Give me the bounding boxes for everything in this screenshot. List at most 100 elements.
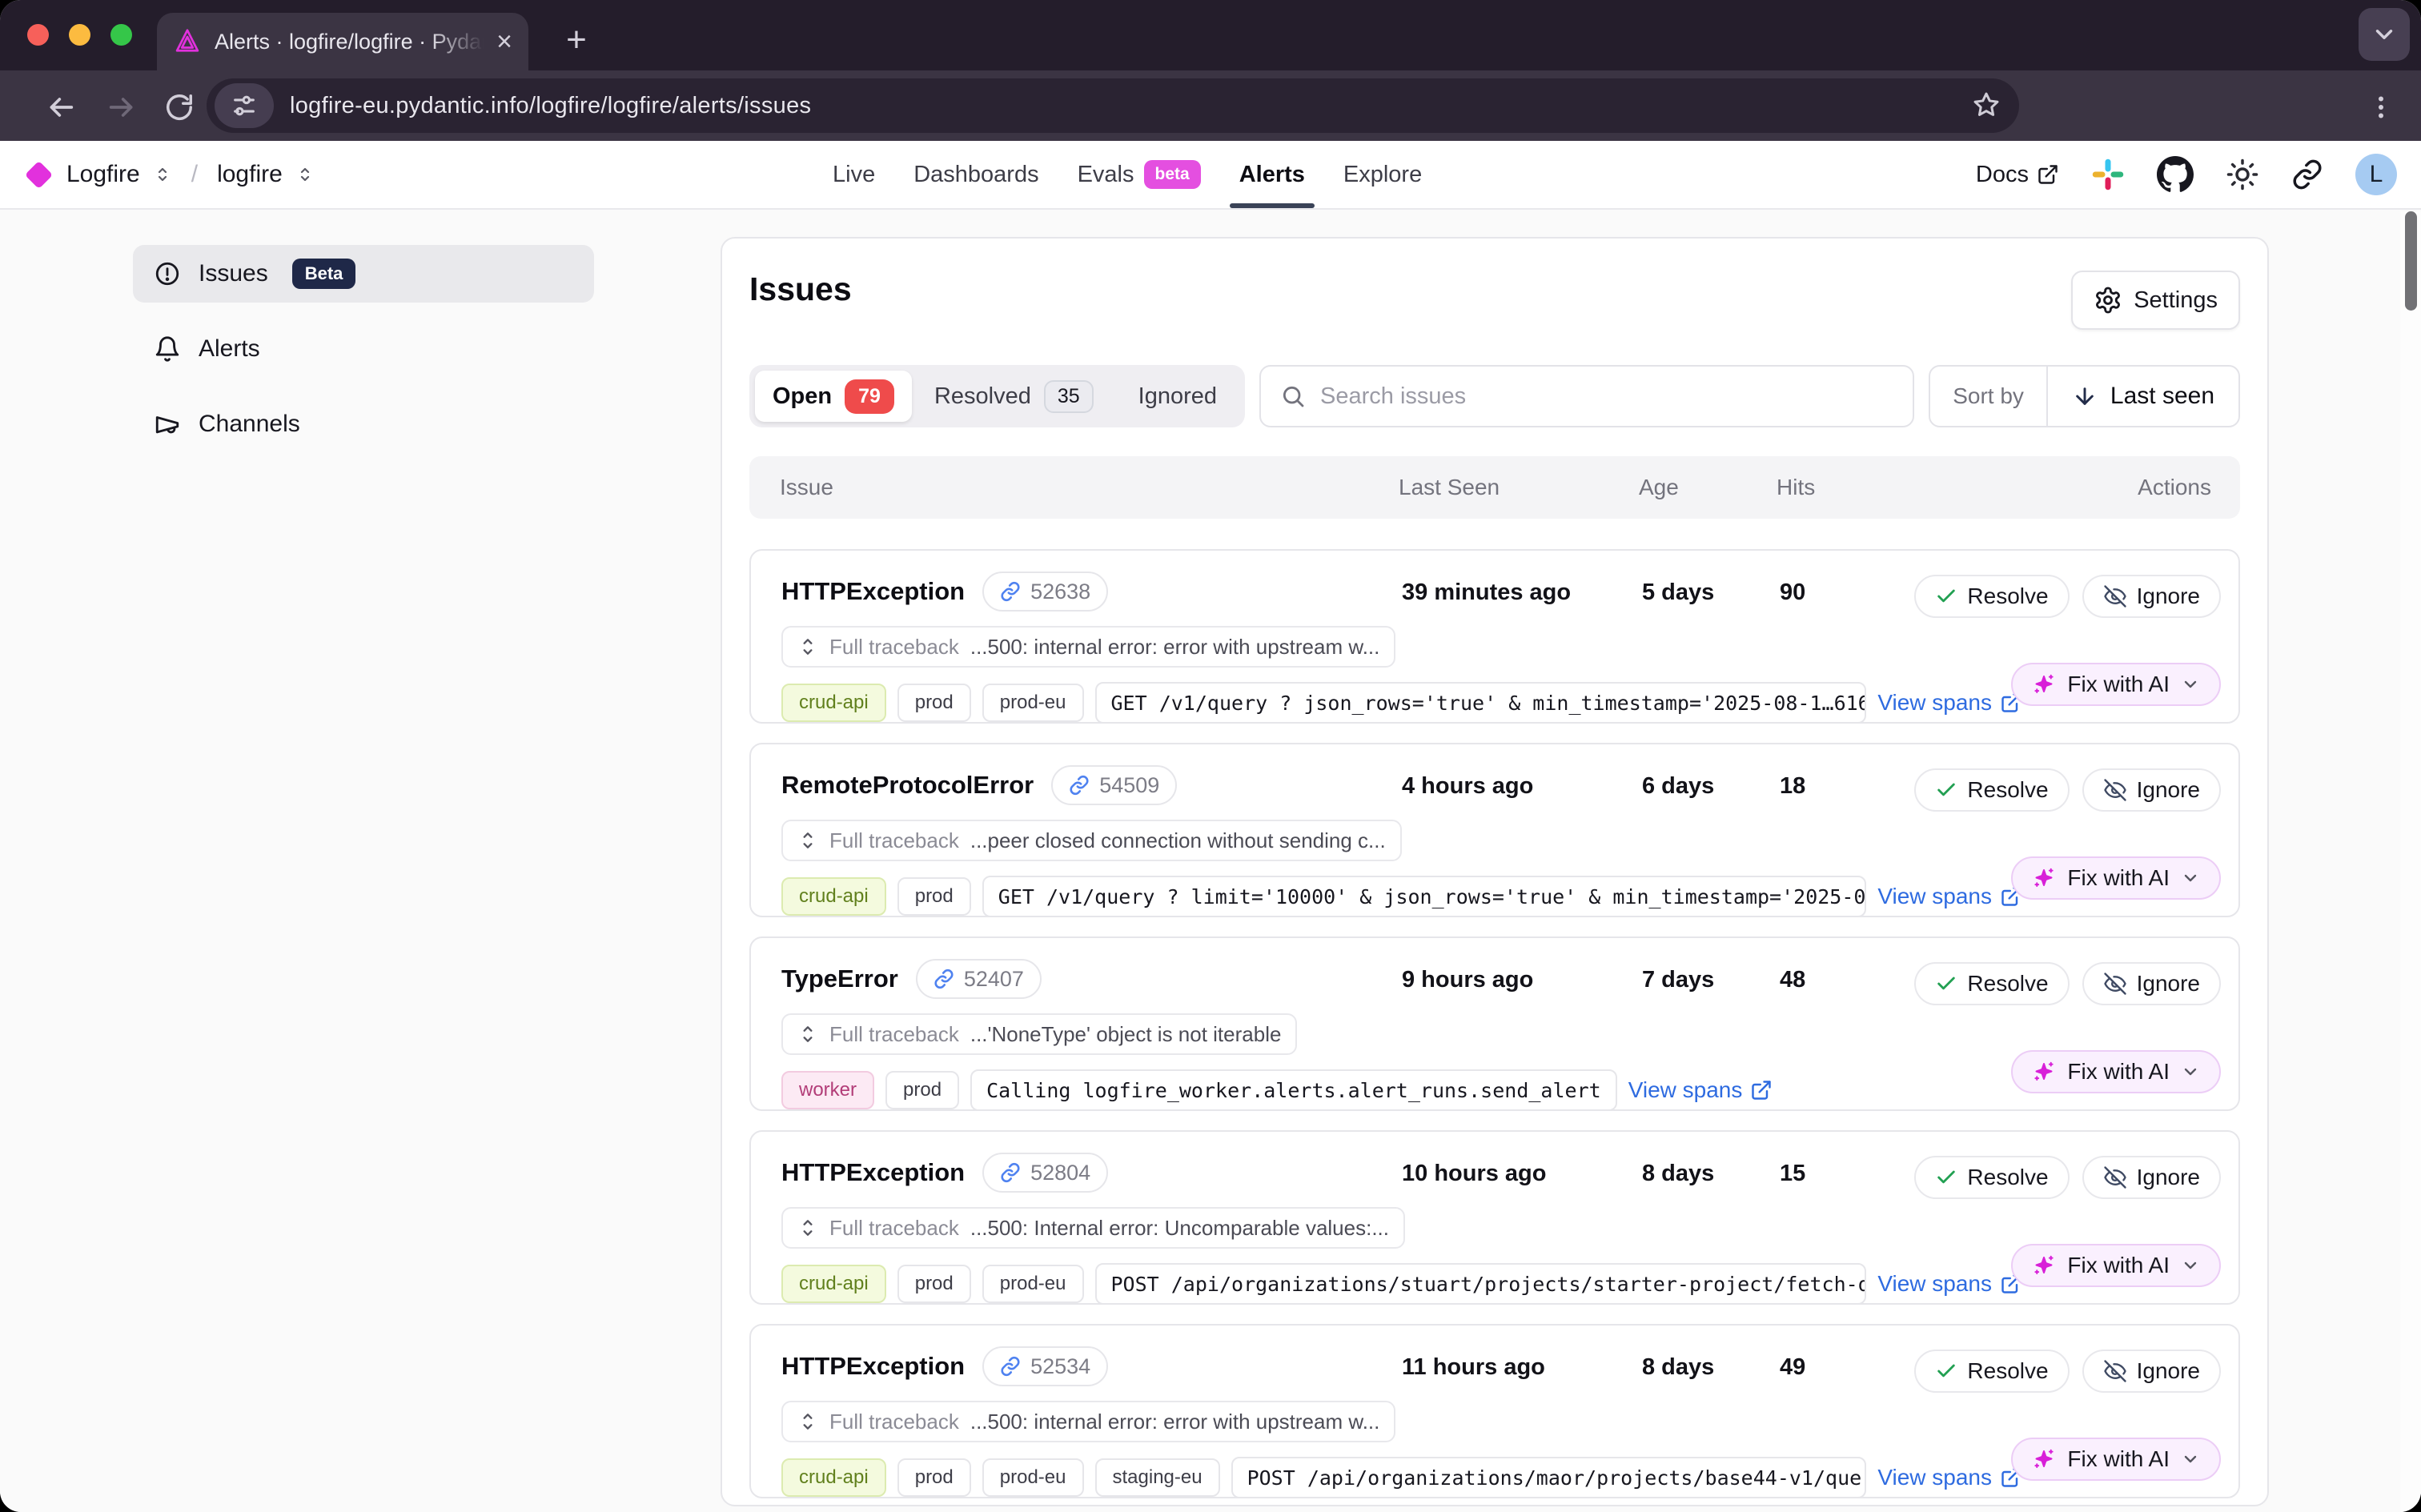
search-input[interactable] bbox=[1320, 383, 1893, 410]
resolve-button[interactable]: Resolve bbox=[1914, 962, 2069, 1005]
fix-with-ai-button[interactable]: Fix with AI bbox=[2011, 663, 2221, 706]
tab-live[interactable]: Live bbox=[833, 141, 875, 208]
tab-alerts[interactable]: Alerts bbox=[1239, 141, 1305, 208]
tab-close-icon[interactable]: × bbox=[496, 28, 512, 55]
view-spans-link[interactable]: View spans bbox=[1877, 690, 2022, 716]
project-selector[interactable]: logfire bbox=[217, 161, 283, 188]
env-tag[interactable]: prod-eu bbox=[982, 684, 1084, 722]
github-icon[interactable] bbox=[2157, 156, 2194, 193]
resolve-button[interactable]: Resolve bbox=[1914, 575, 2069, 618]
org-selector[interactable]: Logfire bbox=[66, 161, 140, 188]
address-bar[interactable]: logfire-eu.pydantic.info/logfire/logfire… bbox=[207, 78, 2019, 133]
env-tag[interactable]: prod-eu bbox=[982, 1265, 1084, 1303]
close-window-button[interactable] bbox=[27, 24, 49, 46]
bookmark-star-icon[interactable] bbox=[1971, 90, 2001, 120]
tab-dashboards[interactable]: Dashboards bbox=[913, 141, 1038, 208]
avatar[interactable]: L bbox=[2355, 154, 2397, 195]
issue-id-link[interactable]: 52407 bbox=[916, 959, 1042, 999]
filter-resolved[interactable]: Resolved 35 bbox=[912, 371, 1116, 422]
env-tag[interactable]: prod bbox=[897, 684, 971, 722]
env-tag[interactable]: prod-eu bbox=[982, 1458, 1084, 1497]
ignore-button[interactable]: Ignore bbox=[2082, 962, 2221, 1005]
docs-link[interactable]: Docs bbox=[1976, 162, 2059, 188]
span-code: GET /v1/query ? json_rows='true' & min_t… bbox=[1095, 682, 1867, 724]
view-spans-link[interactable]: View spans bbox=[1877, 884, 2022, 909]
resolve-button[interactable]: Resolve bbox=[1914, 1156, 2069, 1199]
minimize-window-button[interactable] bbox=[69, 24, 90, 46]
issue-id-link[interactable]: 52638 bbox=[982, 572, 1108, 612]
env-tag[interactable]: prod bbox=[897, 1265, 971, 1303]
resolve-button[interactable]: Resolve bbox=[1914, 1350, 2069, 1393]
fix-with-ai-button[interactable]: Fix with AI bbox=[2011, 1050, 2221, 1093]
issue-id-link[interactable]: 52804 bbox=[982, 1153, 1108, 1193]
sidebar-item-issues[interactable]: Issues Beta bbox=[133, 245, 594, 303]
env-tag[interactable]: prod bbox=[897, 1458, 971, 1497]
org-selector-chevrons-icon[interactable] bbox=[153, 165, 172, 184]
traceback-pill[interactable]: Full traceback ...500: internal error: e… bbox=[781, 626, 1395, 668]
zoom-window-button[interactable] bbox=[110, 24, 132, 46]
sidebar-item-channels[interactable]: Channels bbox=[133, 395, 594, 453]
traceback-pill[interactable]: Full traceback ...500: Internal error: U… bbox=[781, 1207, 1405, 1249]
fix-with-ai-button[interactable]: Fix with AI bbox=[2011, 856, 2221, 900]
issue-id-link[interactable]: 52534 bbox=[982, 1346, 1108, 1386]
page-body: Issues Beta Alerts Channels Issues bbox=[0, 211, 2421, 1512]
tab-explore[interactable]: Explore bbox=[1343, 141, 1422, 208]
traceback-pill[interactable]: Full traceback ...peer closed connection… bbox=[781, 820, 1402, 861]
sort-control[interactable]: Sort by Last seen bbox=[1929, 365, 2240, 427]
env-tag[interactable]: crud-api bbox=[781, 1458, 886, 1497]
browser-toolbar: logfire-eu.pydantic.info/logfire/logfire… bbox=[0, 70, 2421, 141]
back-button[interactable] bbox=[42, 88, 80, 126]
ignore-button[interactable]: Ignore bbox=[2082, 1156, 2221, 1199]
traceback-pill[interactable]: Full traceback ...500: internal error: e… bbox=[781, 1401, 1395, 1442]
search-box[interactable] bbox=[1259, 365, 1914, 427]
gear-icon bbox=[2094, 286, 2122, 315]
site-settings-icon[interactable] bbox=[215, 83, 274, 128]
env-tag[interactable]: crud-api bbox=[781, 877, 886, 916]
sidebar-item-alerts[interactable]: Alerts bbox=[133, 320, 594, 378]
new-tab-button[interactable]: + bbox=[551, 14, 602, 66]
chevron-down-icon bbox=[2181, 1062, 2200, 1081]
resolve-button[interactable]: Resolve bbox=[1914, 768, 2069, 812]
env-tag[interactable]: prod bbox=[885, 1071, 959, 1109]
fix-with-ai-button[interactable]: Fix with AI bbox=[2011, 1244, 2221, 1287]
ignore-button[interactable]: Ignore bbox=[2082, 768, 2221, 812]
browser-menu-icon[interactable] bbox=[2363, 88, 2399, 126]
settings-button[interactable]: Settings bbox=[2071, 271, 2240, 330]
view-spans-link[interactable]: View spans bbox=[1628, 1077, 1773, 1103]
reload-button[interactable] bbox=[160, 88, 199, 126]
env-tag[interactable]: staging-eu bbox=[1095, 1458, 1220, 1497]
issue-id-link[interactable]: 54509 bbox=[1051, 765, 1177, 805]
browser-window: Alerts · logfire/logfire · Pydant × + lo… bbox=[0, 0, 2421, 1512]
env-tag[interactable]: crud-api bbox=[781, 1265, 886, 1303]
external-link-icon bbox=[2037, 163, 2059, 186]
env-tag[interactable]: prod bbox=[897, 877, 971, 916]
scrollbar-track[interactable] bbox=[2400, 211, 2421, 1512]
tab-overview-button[interactable] bbox=[2359, 8, 2410, 61]
slack-icon[interactable] bbox=[2091, 158, 2125, 191]
tab-evals[interactable]: Evalsbeta bbox=[1078, 141, 1201, 208]
browser-tab[interactable]: Alerts · logfire/logfire · Pydant × bbox=[157, 13, 528, 70]
filter-ignored[interactable]: Ignored bbox=[1116, 371, 1239, 422]
sort-direction-arrow-icon bbox=[2072, 383, 2098, 409]
traceback-pill[interactable]: Full traceback ...'NoneType' object is n… bbox=[781, 1013, 1297, 1055]
share-link-icon[interactable] bbox=[2291, 158, 2323, 191]
filter-open[interactable]: Open 79 bbox=[755, 371, 912, 422]
traceback-text: ...peer closed connection without sendin… bbox=[970, 828, 1386, 853]
span-code: GET /v1/query ? limit='10000' & json_row… bbox=[982, 876, 1867, 917]
breadcrumb-separator: / bbox=[191, 161, 198, 188]
scrollbar-thumb[interactable] bbox=[2405, 211, 2417, 311]
sort-value[interactable]: Last seen bbox=[2048, 383, 2238, 410]
view-spans-link[interactable]: View spans bbox=[1877, 1465, 2022, 1490]
fix-with-ai-button[interactable]: Fix with AI bbox=[2011, 1438, 2221, 1481]
theme-toggle-sun-icon[interactable] bbox=[2226, 158, 2259, 191]
span-code: POST /api/organizations/maor/projects/ba… bbox=[1231, 1457, 1867, 1498]
view-spans-link[interactable]: View spans bbox=[1877, 1271, 2022, 1297]
project-selector-chevrons-icon[interactable] bbox=[295, 165, 315, 184]
traceback-text: ...500: internal error: error with upstr… bbox=[970, 635, 1380, 660]
env-tag[interactable]: crud-api bbox=[781, 684, 886, 722]
env-tag[interactable]: worker bbox=[781, 1071, 874, 1109]
column-hits: Hits bbox=[1777, 475, 1815, 500]
forward-button[interactable] bbox=[102, 88, 141, 126]
ignore-button[interactable]: Ignore bbox=[2082, 575, 2221, 618]
ignore-button[interactable]: Ignore bbox=[2082, 1350, 2221, 1393]
